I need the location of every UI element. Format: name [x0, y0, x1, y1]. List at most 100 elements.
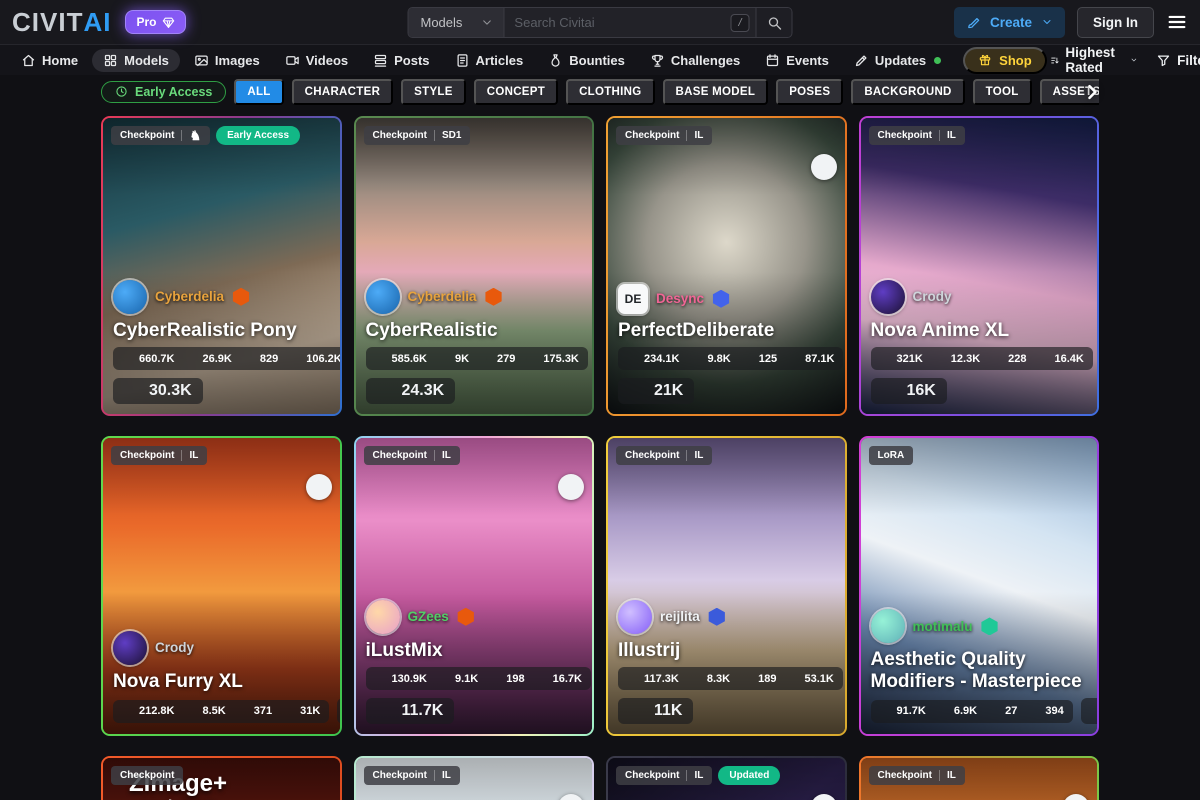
link-button[interactable]: [811, 154, 837, 180]
likes-badge[interactable]: 24.3K: [366, 378, 456, 404]
badge-divider: [939, 130, 940, 141]
search-input[interactable]: [504, 8, 730, 37]
creator[interactable]: Crody: [113, 631, 330, 665]
nav-item-updates[interactable]: Updates: [843, 49, 952, 72]
sign-in-button[interactable]: Sign In: [1077, 7, 1154, 38]
model-card[interactable]: Checkpoint IL reijlita Illustrij: [606, 436, 847, 736]
category-chip-base-model[interactable]: BASE MODEL: [663, 79, 769, 105]
nav-item-bounties[interactable]: Bounties: [537, 49, 636, 72]
model-type-badge: Checkpoint IL: [616, 446, 712, 465]
likes-badge[interactable]: 9K: [1081, 698, 1097, 724]
card-menu-button[interactable]: [314, 767, 332, 785]
card-menu-button[interactable]: [314, 447, 332, 465]
search-shortcut-key: /: [730, 14, 749, 32]
category-chip-character[interactable]: CHARACTER: [292, 79, 394, 105]
model-card[interactable]: LoRA motimalu Aesthetic Quality Modifier…: [859, 436, 1100, 736]
card-menu-button[interactable]: [1071, 127, 1089, 145]
model-card[interactable]: Checkpoint IL: [859, 756, 1100, 800]
model-card[interactable]: Zimage+ VerisDPO Checkpoint: [101, 756, 342, 800]
avatar: [618, 600, 652, 634]
creator[interactable]: Cyberdelia: [113, 280, 330, 314]
menu-burger-icon[interactable]: [1166, 11, 1188, 33]
chevron-down-icon: [1130, 54, 1138, 66]
card-menu-button[interactable]: [819, 447, 837, 465]
category-filter-row: Early Access ALL CHARACTER STYLE CONCEPT CLO…: [0, 75, 1200, 108]
model-card[interactable]: Checkpoint IL GZees iLustMix: [354, 436, 595, 736]
bookmarks-stat: 6.9K: [937, 705, 977, 718]
downloads-stat: 585.6K: [375, 352, 427, 365]
energy-stat: 394: [1028, 705, 1063, 718]
create-button[interactable]: Create: [954, 7, 1065, 38]
card-menu-button[interactable]: [819, 767, 837, 785]
card-menu-button[interactable]: [566, 127, 584, 145]
creator[interactable]: Crody: [871, 280, 1088, 314]
category-chip-poses[interactable]: POSES: [776, 79, 843, 105]
nav-item-shop[interactable]: Shop: [963, 47, 1047, 74]
search-category-select[interactable]: Models: [409, 8, 505, 37]
nav-item-events[interactable]: Events: [754, 49, 840, 72]
card-menu-button[interactable]: [314, 127, 332, 145]
category-chip-all[interactable]: ALL: [234, 79, 283, 105]
model-card[interactable]: Checkpoint IL Crody Nova Anime XL: [859, 116, 1100, 416]
card-menu-button[interactable]: [566, 767, 584, 785]
bolt-icon: [536, 672, 549, 685]
creator[interactable]: DE Desync: [618, 284, 835, 314]
creator[interactable]: Cyberdelia: [366, 280, 583, 314]
likes-badge[interactable]: 14K: [337, 698, 339, 724]
link-button[interactable]: [558, 474, 584, 500]
likes-badge[interactable]: 21K: [618, 378, 694, 404]
model-card[interactable]: Checkpoint IL Updated: [606, 756, 847, 800]
downloads-stat: 660.7K: [122, 352, 174, 365]
comment-icon: [480, 352, 493, 365]
nav-item-images[interactable]: Images: [183, 49, 271, 72]
likes-badge[interactable]: 11.7K: [366, 698, 455, 724]
link-button[interactable]: [306, 474, 332, 500]
model-card[interactable]: Checkpoint IL DE Desync PerfectDeliberat…: [606, 116, 847, 416]
nav-item-videos[interactable]: Videos: [274, 49, 359, 72]
card-menu-button[interactable]: [1071, 447, 1089, 465]
early-access-toggle[interactable]: Early Access: [101, 81, 226, 103]
downloads-stat: 234.1K: [627, 352, 679, 365]
filters-dropdown[interactable]: Filters 1: [1156, 53, 1200, 68]
category-chip-concept[interactable]: CONCEPT: [474, 79, 558, 105]
likes-badge[interactable]: 30.3K: [113, 378, 203, 404]
card-menu-button[interactable]: [819, 127, 837, 145]
comments-count: 198: [506, 673, 524, 685]
creator[interactable]: motimalu: [871, 609, 1088, 643]
likes-badge[interactable]: 11K: [618, 698, 693, 724]
chips-scroll-right-button[interactable]: [1082, 82, 1102, 102]
search-button[interactable]: [756, 8, 792, 37]
comments-count: 125: [759, 353, 777, 365]
nav-item-models[interactable]: Models: [92, 49, 180, 72]
comment-icon: [243, 352, 256, 365]
creator[interactable]: reijlita: [618, 600, 835, 634]
model-card[interactable]: Checkpoint ♞ Early Access Cyberdelia Cyb…: [101, 116, 342, 416]
nav-item-articles[interactable]: Articles: [444, 49, 535, 72]
category-chip-clothing[interactable]: CLOTHING: [566, 79, 654, 105]
pro-badge-button[interactable]: Pro: [125, 10, 186, 34]
model-card[interactable]: Checkpoint SD1 Cyberdelia CyberRealistic: [354, 116, 595, 416]
civitai-logo[interactable]: CIVIT AI: [12, 7, 111, 38]
creator[interactable]: GZees: [366, 600, 583, 634]
creator-badge-icon: [712, 290, 730, 308]
category-chip-tool[interactable]: TOOL: [973, 79, 1032, 105]
nav-item-home[interactable]: Home: [10, 49, 89, 72]
download-icon: [375, 352, 388, 365]
card-menu-button[interactable]: [566, 447, 584, 465]
nav-item-label: Events: [786, 53, 829, 68]
nav-item-label: Challenges: [671, 53, 740, 68]
nav-item-challenges[interactable]: Challenges: [639, 49, 751, 72]
model-type-badge: Checkpoint IL: [364, 766, 460, 785]
comment-icon: [237, 705, 250, 718]
likes-badge[interactable]: 16K: [871, 378, 947, 404]
model-card[interactable]: Checkpoint IL Crody Nova Furry XL: [101, 436, 342, 736]
model-card[interactable]: Checkpoint IL: [354, 756, 595, 800]
category-chip-background[interactable]: BACKGROUND: [851, 79, 964, 105]
sort-dropdown[interactable]: Highest Rated: [1050, 45, 1139, 75]
card-menu-button[interactable]: [1071, 767, 1089, 785]
nav-item-label: Videos: [306, 53, 348, 68]
model-title: Nova Furry XL: [113, 671, 330, 692]
nav-item-posts[interactable]: Posts: [362, 49, 440, 72]
model-type-label: Checkpoint: [625, 130, 679, 141]
category-chip-style[interactable]: STYLE: [401, 79, 466, 105]
